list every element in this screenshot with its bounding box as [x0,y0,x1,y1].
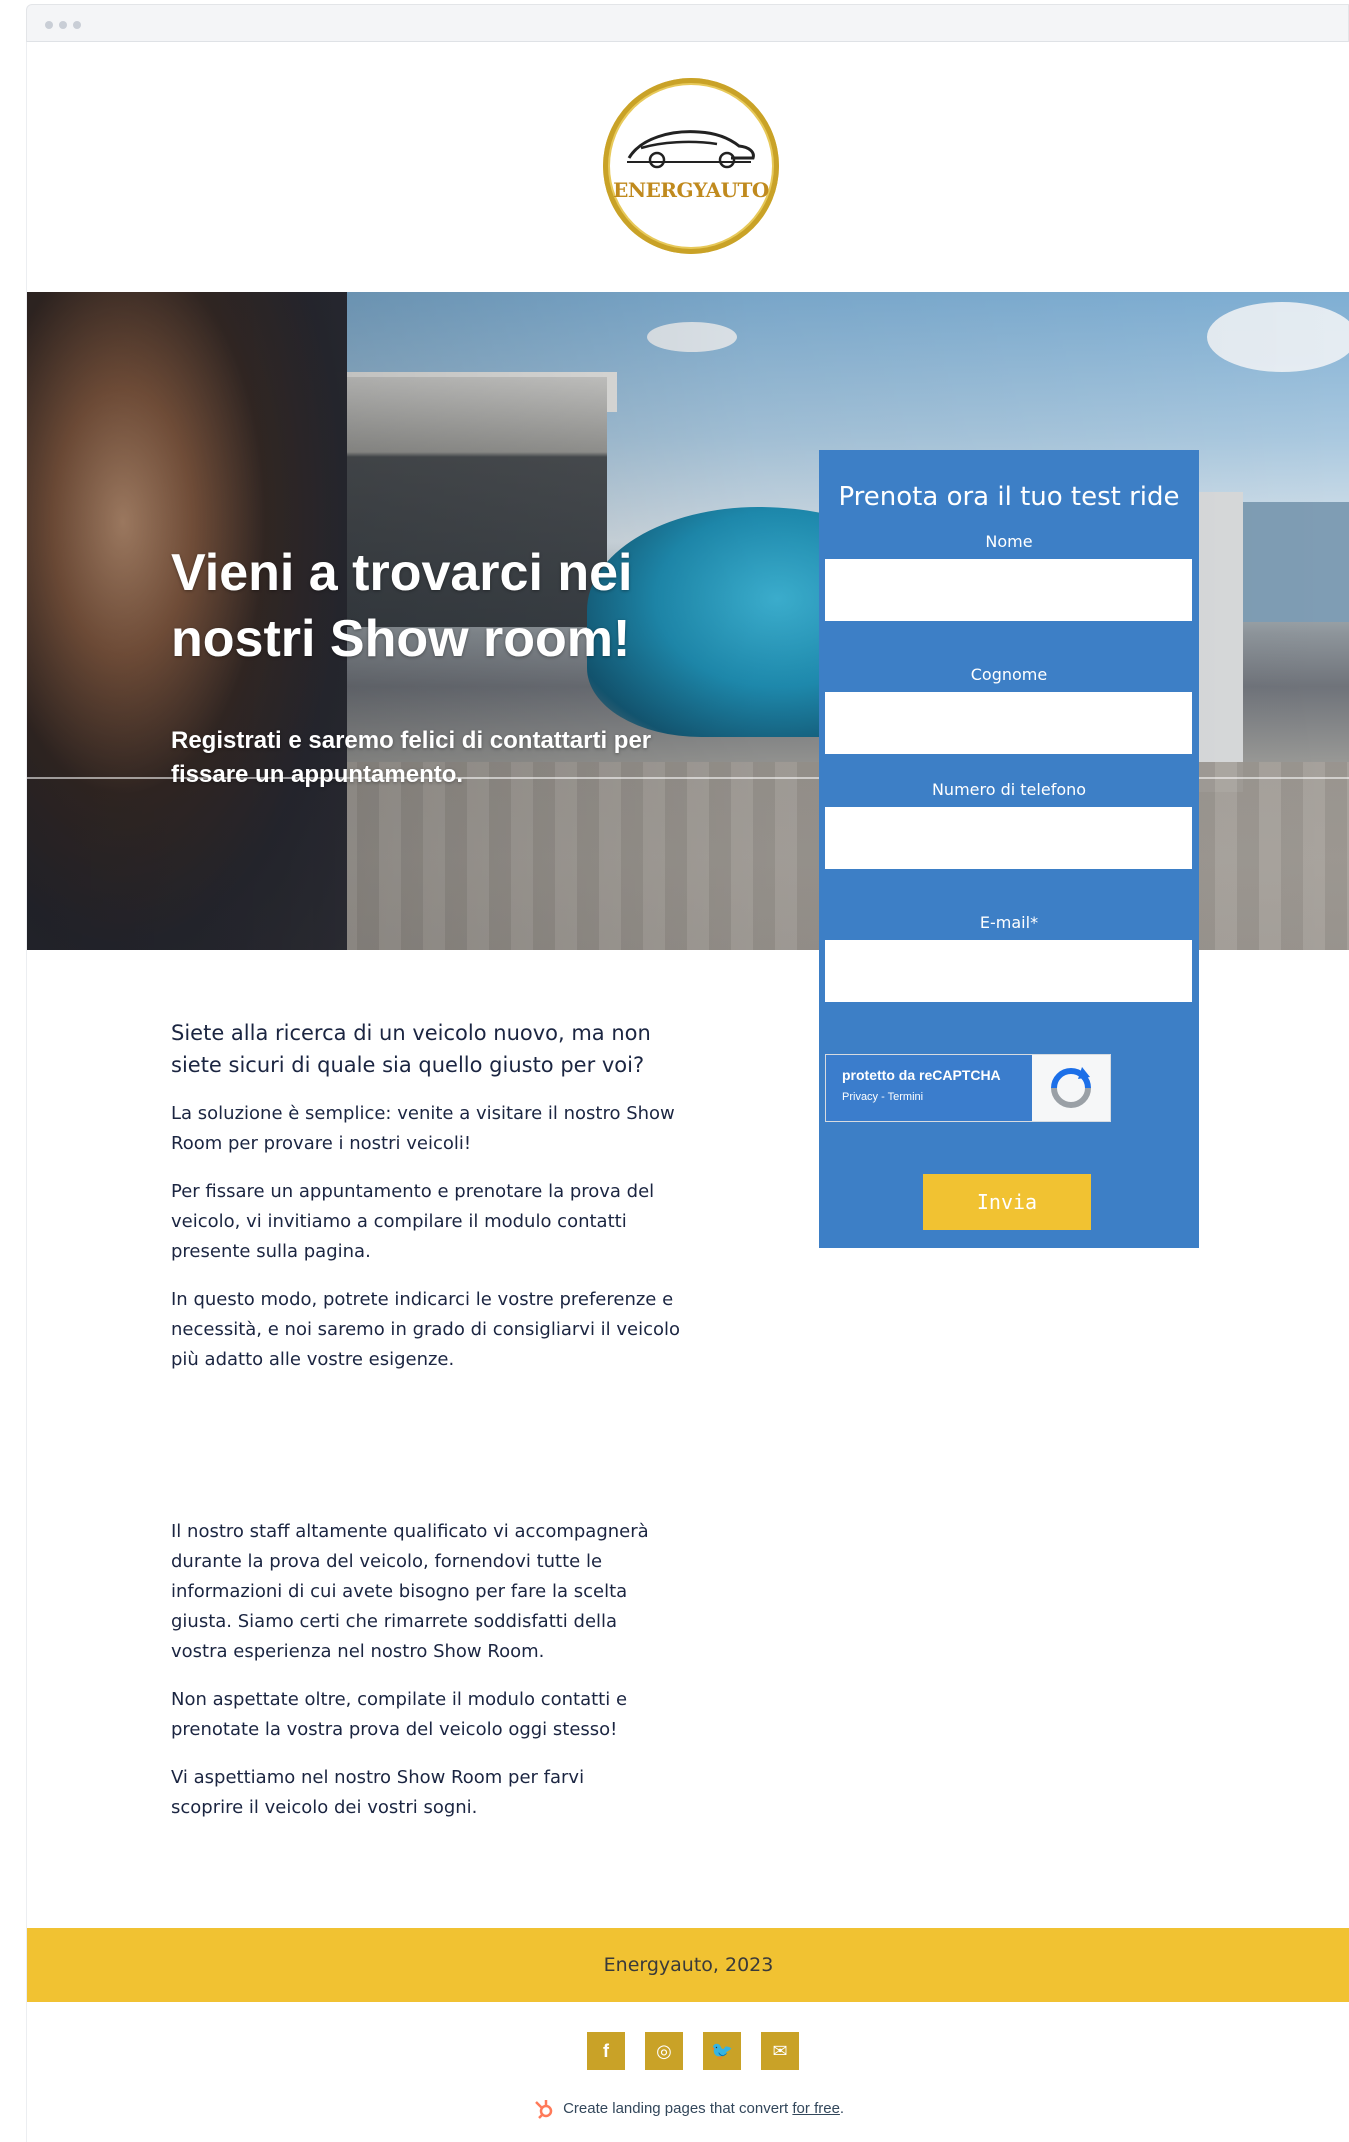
brand-logo[interactable]: ENERGYAUTO [603,78,779,254]
recaptcha-text: protetto da reCAPTCHA Privacy - Termini [826,1055,1032,1121]
car-logo-icon [627,130,755,169]
recaptcha-label: protetto da reCAPTCHA [842,1067,1001,1083]
recaptcha-icon [1032,1055,1110,1121]
hubspot-attribution: Create landing pages that convert for fr… [27,2098,1349,2120]
paragraph: In questo modo, potrete indicarci le vos… [171,1289,681,1370]
paragraph: Per fissare un appuntamento e prenotare … [171,1181,655,1262]
hero-subtitle: Registrati e saremo felici di contattart… [171,727,652,788]
paragraph: La soluzione è semplice: venite a visita… [171,1103,675,1154]
footer-bar: Energyauto, 2023 [27,1928,1349,2002]
hubspot-end: . [839,2099,845,2117]
recaptcha-badge[interactable]: protetto da reCAPTCHA Privacy - Termini [825,1054,1111,1122]
paragraph: Il nostro staff altamente qualificato vi… [171,1521,649,1662]
window-dot-icon [59,21,67,29]
booking-form: Prenota ora il tuo test ride Nome Cognom… [819,450,1199,1248]
hubspot-text: Create landing pages that convert [563,2099,793,2117]
form-title: Prenota ora il tuo test ride [838,482,1180,512]
for-free-link[interactable]: for free [792,2100,840,2117]
hero-title: Vieni a trovarci nei nostri Show room! [171,544,633,668]
window-dot-icon [73,21,81,29]
twitter-icon[interactable]: 🐦 [703,2032,741,2070]
submit-button[interactable]: Invia [923,1174,1091,1230]
recaptcha-links[interactable]: Privacy - Termini [842,1091,1032,1103]
field-nome: Nome [825,532,1193,621]
email-input[interactable] [825,940,1192,1002]
browser-chrome [26,4,1349,42]
paragraph: Vi aspettiamo nel nostro Show Room per f… [171,1767,585,1818]
nome-input[interactable] [825,559,1192,621]
field-label: Numero di telefono [931,780,1087,799]
field-label: E-mail* [979,913,1039,932]
window-dot-icon [45,21,53,29]
cognome-input[interactable] [825,692,1192,754]
window-controls [45,21,81,29]
social-links: f ◎ 🐦 ✉ [587,2032,799,2070]
logo-text: ENERGYAUTO [613,178,769,202]
details-copy: Il nostro staff altamente qualificato vi… [171,1517,661,1841]
instagram-icon[interactable]: ◎ [645,2032,683,2070]
paragraph: Non aspettate oltre, compilate il modulo… [171,1689,628,1740]
field-cognome: Cognome [825,665,1193,754]
hubspot-sprocket-icon [535,2100,553,2119]
intro-copy: Siete alla ricerca di un veicolo nuovo, … [171,1017,691,1393]
landing-page: ENERGYAUTO Vieni a trovarci nei nostri S… [26,42,1349,2142]
field-email: E-mail* [825,913,1193,1002]
facebook-icon[interactable]: f [587,2032,625,2070]
lead-text: Siete alla ricerca di un veicolo nuovo, … [171,1021,651,1077]
telefono-input[interactable] [825,807,1192,869]
field-label: Nome [985,532,1033,551]
footer-copyright: Energyauto, 2023 [603,1954,774,1976]
email-icon[interactable]: ✉ [761,2032,799,2070]
field-label: Cognome [970,665,1048,684]
field-telefono: Numero di telefono [825,780,1193,869]
